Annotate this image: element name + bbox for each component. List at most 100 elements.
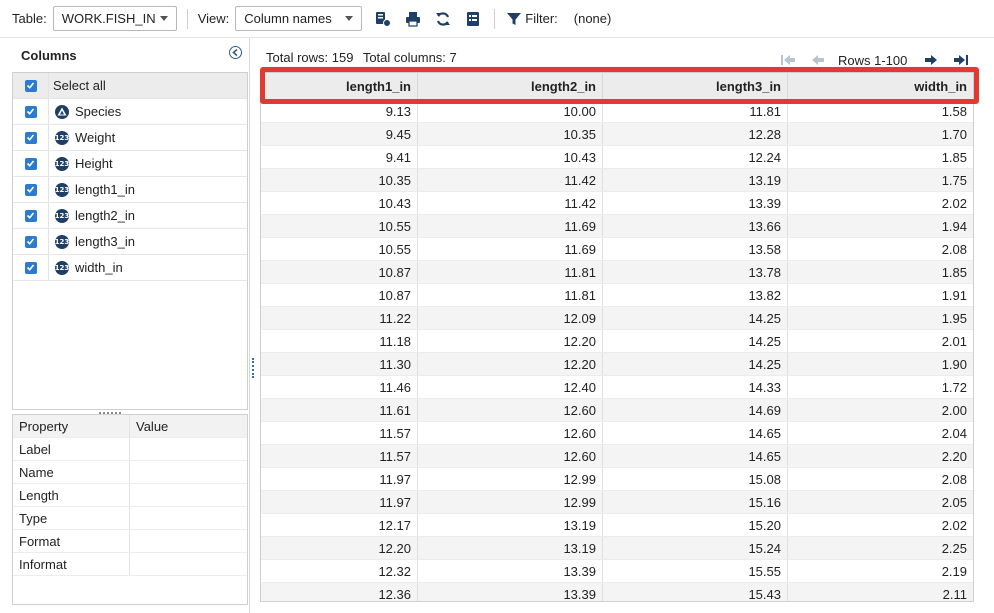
table-cell[interactable]: 2.00 bbox=[788, 399, 973, 421]
table-cell[interactable]: 2.01 bbox=[788, 330, 973, 352]
select-all-row[interactable]: Select all bbox=[13, 73, 247, 99]
column-checkbox[interactable] bbox=[24, 209, 37, 222]
table-cell[interactable]: 12.20 bbox=[418, 330, 603, 352]
previous-page-button[interactable] bbox=[808, 52, 828, 68]
table-cell[interactable]: 1.72 bbox=[788, 376, 973, 398]
table-cell[interactable]: 12.28 bbox=[603, 123, 788, 145]
table-row[interactable]: 9.45 10.35 12.28 1.70 bbox=[261, 123, 973, 146]
table-cell[interactable]: 2.11 bbox=[788, 583, 973, 601]
column-header[interactable]: length3_in bbox=[603, 73, 788, 99]
table-cell[interactable]: 14.65 bbox=[603, 445, 788, 467]
table-cell[interactable]: 10.87 bbox=[261, 284, 418, 306]
table-cell[interactable]: 12.99 bbox=[418, 491, 603, 513]
table-cell[interactable]: 10.55 bbox=[261, 238, 418, 260]
table-cell[interactable]: 9.13 bbox=[261, 100, 418, 122]
view-select[interactable]: Column names bbox=[235, 6, 363, 31]
column-header[interactable]: width_in bbox=[788, 73, 973, 99]
table-row[interactable]: 11.97 12.99 15.08 2.08 bbox=[261, 468, 973, 491]
table-cell[interactable]: 11.69 bbox=[418, 238, 603, 260]
table-cell[interactable]: 1.91 bbox=[788, 284, 973, 306]
table-row[interactable]: 12.17 13.19 15.20 2.02 bbox=[261, 514, 973, 537]
table-cell[interactable]: 11.42 bbox=[418, 169, 603, 191]
table-row[interactable]: 11.46 12.40 14.33 1.72 bbox=[261, 376, 973, 399]
table-cell[interactable]: 15.55 bbox=[603, 560, 788, 582]
table-row[interactable]: 10.87 11.81 13.78 1.85 bbox=[261, 261, 973, 284]
table-cell[interactable]: 14.25 bbox=[603, 353, 788, 375]
table-cell[interactable]: 10.00 bbox=[418, 100, 603, 122]
column-list-item[interactable]: 123 width_in bbox=[13, 255, 247, 281]
table-cell[interactable]: 9.41 bbox=[261, 146, 418, 168]
table-cell[interactable]: 14.25 bbox=[603, 330, 788, 352]
column-checkbox[interactable] bbox=[24, 131, 37, 144]
table-cell[interactable]: 14.33 bbox=[603, 376, 788, 398]
table-cell[interactable]: 12.20 bbox=[261, 537, 418, 559]
table-cell[interactable]: 15.43 bbox=[603, 583, 788, 601]
column-checkbox[interactable] bbox=[24, 183, 37, 196]
table-cell[interactable]: 2.08 bbox=[788, 468, 973, 490]
column-checkbox[interactable] bbox=[24, 235, 37, 248]
table-cell[interactable]: 2.02 bbox=[788, 514, 973, 536]
table-row[interactable]: 10.55 11.69 13.66 1.94 bbox=[261, 215, 973, 238]
column-list-item[interactable]: 123 length3_in bbox=[13, 229, 247, 255]
table-row[interactable]: 11.18 12.20 14.25 2.01 bbox=[261, 330, 973, 353]
table-cell[interactable]: 15.20 bbox=[603, 514, 788, 536]
table-row[interactable]: 12.32 13.39 15.55 2.19 bbox=[261, 560, 973, 583]
table-row[interactable]: 12.36 13.39 15.43 2.11 bbox=[261, 583, 973, 601]
column-properties-icon[interactable] bbox=[374, 10, 392, 28]
table-cell[interactable]: 12.99 bbox=[418, 468, 603, 490]
filter-icon[interactable] bbox=[505, 10, 523, 28]
refresh-icon[interactable] bbox=[434, 10, 452, 28]
print-icon[interactable] bbox=[404, 10, 422, 28]
table-row[interactable]: 12.20 13.19 15.24 2.25 bbox=[261, 537, 973, 560]
table-cell[interactable]: 13.82 bbox=[603, 284, 788, 306]
table-cell[interactable]: 1.70 bbox=[788, 123, 973, 145]
column-list-item[interactable]: Species bbox=[13, 99, 247, 125]
table-cell[interactable]: 1.58 bbox=[788, 100, 973, 122]
table-cell[interactable]: 2.04 bbox=[788, 422, 973, 444]
table-cell[interactable]: 11.22 bbox=[261, 307, 418, 329]
table-cell[interactable]: 15.16 bbox=[603, 491, 788, 513]
table-cell[interactable]: 1.85 bbox=[788, 146, 973, 168]
last-page-button[interactable] bbox=[951, 52, 971, 68]
table-properties-icon[interactable] bbox=[464, 10, 482, 28]
table-cell[interactable]: 1.94 bbox=[788, 215, 973, 237]
table-cell[interactable]: 2.02 bbox=[788, 192, 973, 214]
filter-value[interactable]: (none) bbox=[574, 11, 612, 26]
table-cell[interactable]: 11.57 bbox=[261, 445, 418, 467]
table-cell[interactable]: 13.39 bbox=[418, 560, 603, 582]
table-cell[interactable]: 12.17 bbox=[261, 514, 418, 536]
column-header[interactable]: length2_in bbox=[418, 73, 603, 99]
table-cell[interactable]: 12.32 bbox=[261, 560, 418, 582]
table-row[interactable]: 11.61 12.60 14.69 2.00 bbox=[261, 399, 973, 422]
table-cell[interactable]: 11.81 bbox=[603, 100, 788, 122]
table-cell[interactable]: 13.78 bbox=[603, 261, 788, 283]
table-cell[interactable]: 11.46 bbox=[261, 376, 418, 398]
table-cell[interactable]: 1.85 bbox=[788, 261, 973, 283]
select-all-checkbox[interactable] bbox=[24, 79, 37, 92]
table-cell[interactable]: 11.57 bbox=[261, 422, 418, 444]
next-page-button[interactable] bbox=[921, 52, 941, 68]
table-row[interactable]: 9.41 10.43 12.24 1.85 bbox=[261, 146, 973, 169]
table-cell[interactable]: 12.40 bbox=[418, 376, 603, 398]
column-list-item[interactable]: 123 length2_in bbox=[13, 203, 247, 229]
table-cell[interactable]: 10.35 bbox=[418, 123, 603, 145]
table-cell[interactable]: 11.61 bbox=[261, 399, 418, 421]
table-cell[interactable]: 11.30 bbox=[261, 353, 418, 375]
table-cell[interactable]: 9.45 bbox=[261, 123, 418, 145]
table-cell[interactable]: 11.18 bbox=[261, 330, 418, 352]
table-cell[interactable]: 11.42 bbox=[418, 192, 603, 214]
table-row[interactable]: 10.43 11.42 13.39 2.02 bbox=[261, 192, 973, 215]
table-row[interactable]: 11.22 12.09 14.25 1.95 bbox=[261, 307, 973, 330]
table-cell[interactable]: 13.19 bbox=[603, 169, 788, 191]
table-cell[interactable]: 10.55 bbox=[261, 215, 418, 237]
table-row[interactable]: 11.57 12.60 14.65 2.20 bbox=[261, 445, 973, 468]
column-checkbox[interactable] bbox=[24, 105, 37, 118]
table-row[interactable]: 9.13 10.00 11.81 1.58 bbox=[261, 100, 973, 123]
table-cell[interactable]: 10.43 bbox=[261, 192, 418, 214]
table-cell[interactable]: 12.20 bbox=[418, 353, 603, 375]
table-cell[interactable]: 12.60 bbox=[418, 422, 603, 444]
table-cell[interactable]: 13.39 bbox=[603, 192, 788, 214]
table-row[interactable]: 10.55 11.69 13.58 2.08 bbox=[261, 238, 973, 261]
table-cell[interactable]: 14.25 bbox=[603, 307, 788, 329]
table-select[interactable]: WORK.FISH_IN bbox=[52, 6, 177, 31]
